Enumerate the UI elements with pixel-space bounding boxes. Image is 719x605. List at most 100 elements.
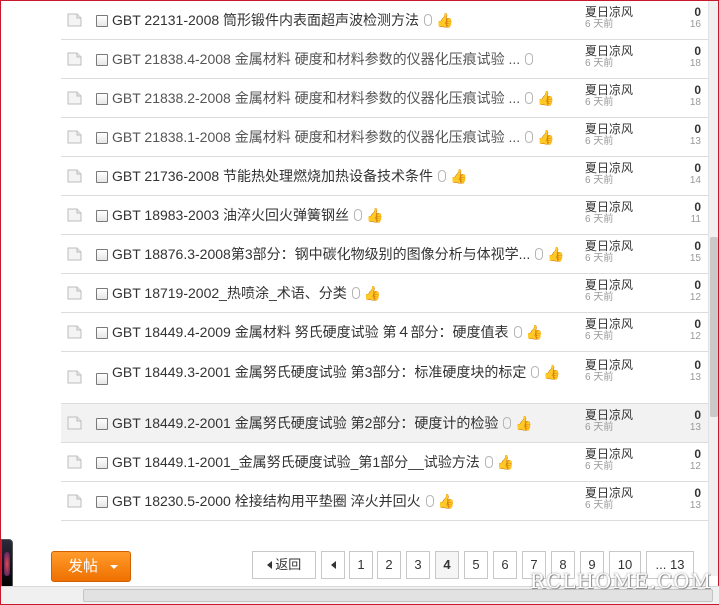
author-name[interactable]: 夏日凉风	[585, 83, 665, 97]
document-icon	[67, 169, 83, 183]
thread-title[interactable]: GBT 21838.1-2008 金属材料 硬度和材料参数的仪器化压痕试验 ..…	[112, 128, 582, 146]
page-current[interactable]: 4	[435, 551, 459, 579]
thread-title-text[interactable]: GBT 18449.3-2001 金属努氏硬度试验 第3部分：标准硬度块的标定	[112, 364, 526, 380]
post-time: 6 天前	[585, 292, 614, 303]
thread-checkbox[interactable]	[96, 54, 108, 66]
thread-stats: 0 11	[671, 200, 701, 226]
thread-title-text[interactable]: GBT 21838.4-2008 金属材料 硬度和材料参数的仪器化压痕试验 ..…	[112, 51, 520, 67]
thread-title[interactable]: GBT 18876.3-2008第3部分：钢中碳化物级别的图像分析与体视学...…	[112, 245, 582, 263]
thread-row[interactable]: GBT 18449.3-2001 金属努氏硬度试验 第3部分：标准硬度块的标定 👍…	[61, 352, 709, 404]
thumbs-up-icon: 👍	[547, 246, 565, 262]
document-icon	[67, 455, 83, 469]
thread-author: 夏日凉风 6 天前	[585, 122, 665, 148]
thread-checkbox[interactable]	[96, 373, 108, 385]
thread-author: 夏日凉风 6 天前	[585, 239, 665, 265]
author-name[interactable]: 夏日凉风	[585, 200, 665, 214]
thread-row[interactable]: GBT 18876.3-2008第3部分：钢中碳化物级别的图像分析与体视学...…	[61, 235, 709, 274]
page-link[interactable]: 6	[493, 551, 517, 579]
thread-title-text[interactable]: GBT 18876.3-2008第3部分：钢中碳化物级别的图像分析与体视学...	[112, 246, 530, 262]
thread-title[interactable]: GBT 18719-2002_热喷涂_术语、分类 👍	[112, 284, 582, 302]
author-name[interactable]: 夏日凉风	[585, 317, 665, 331]
reply-count: 0	[694, 161, 701, 175]
thread-title[interactable]: GBT 18983-2003 油淬火回火弹簧钢丝 👍	[112, 206, 582, 224]
reply-count: 0	[694, 44, 701, 58]
thread-checkbox[interactable]	[96, 496, 108, 508]
thread-checkbox[interactable]	[96, 418, 108, 430]
thread-checkbox[interactable]	[96, 210, 108, 222]
thread-checkbox[interactable]	[96, 171, 108, 183]
thread-title[interactable]: GBT 21736-2008 节能热处理燃烧加热设备技术条件 👍	[112, 167, 582, 185]
new-post-button[interactable]: 发帖	[51, 551, 131, 582]
thread-row[interactable]: GBT 21838.2-2008 金属材料 硬度和材料参数的仪器化压痕试验 ..…	[61, 79, 709, 118]
thread-title-text[interactable]: GBT 21838.2-2008 金属材料 硬度和材料参数的仪器化压痕试验 ..…	[112, 90, 520, 106]
thread-title[interactable]: GBT 18449.4-2009 金属材料 努氏硬度试验 第４部分：硬度值表 👍	[112, 323, 582, 341]
thread-title[interactable]: GBT 18230.5-2000 栓接结构用平垫圈 淬火并回火 👍	[112, 492, 582, 510]
thread-checkbox[interactable]	[96, 327, 108, 339]
author-name[interactable]: 夏日凉风	[585, 486, 665, 500]
thread-title[interactable]: GBT 21838.4-2008 金属材料 硬度和材料参数的仪器化压痕试验 ..…	[112, 50, 582, 68]
attachment-icon	[525, 131, 534, 143]
thread-title-text[interactable]: GBT 18230.5-2000 栓接结构用平垫圈 淬火并回火	[112, 493, 421, 509]
thread-title-text[interactable]: GBT 21838.1-2008 金属材料 硬度和材料参数的仪器化压痕试验 ..…	[112, 129, 520, 145]
thread-title[interactable]: GBT 18449.3-2001 金属努氏硬度试验 第3部分：标准硬度块的标定 👍	[112, 363, 582, 381]
thread-title-text[interactable]: GBT 18719-2002_热喷涂_术语、分类	[112, 285, 347, 301]
prev-page-button[interactable]	[321, 551, 345, 579]
thread-row[interactable]: GBT 18983-2003 油淬火回火弹簧钢丝 👍 夏日凉风 6 天前 0 11	[61, 196, 709, 235]
thread-author: 夏日凉风 6 天前	[585, 200, 665, 226]
author-name[interactable]: 夏日凉风	[585, 278, 665, 292]
thread-row[interactable]: GBT 18230.5-2000 栓接结构用平垫圈 淬火并回火 👍 夏日凉风 6 天前…	[61, 482, 709, 521]
thread-checkbox[interactable]	[96, 15, 108, 27]
thumbs-up-icon: 👍	[537, 90, 555, 106]
author-name[interactable]: 夏日凉风	[585, 5, 665, 19]
author-name[interactable]: 夏日凉风	[585, 358, 665, 372]
author-name[interactable]: 夏日凉风	[585, 161, 665, 175]
thread-row[interactable]: GBT 18449.2-2001 金属努氏硬度试验 第2部分：硬度计的检验 👍 夏日…	[61, 404, 709, 443]
vertical-scrollbar[interactable]	[708, 1, 718, 576]
author-name[interactable]: 夏日凉风	[585, 44, 665, 58]
back-button[interactable]: 返回	[252, 551, 316, 579]
thread-row[interactable]: GBT 21736-2008 节能热处理燃烧加热设备技术条件 👍 夏日凉风 6 天前 0…	[61, 157, 709, 196]
thread-title[interactable]: GBT 22131-2008 筒形锻件内表面超声波检测方法 👍	[112, 11, 582, 29]
thread-row[interactable]: GBT 18449.4-2009 金属材料 努氏硬度试验 第４部分：硬度值表 👍 夏…	[61, 313, 709, 352]
attachment-icon	[531, 366, 540, 378]
thumbs-up-icon: 👍	[450, 168, 468, 184]
vertical-scroll-thumb[interactable]	[710, 237, 718, 417]
thread-checkbox[interactable]	[96, 249, 108, 261]
author-name[interactable]: 夏日凉风	[585, 408, 665, 422]
attachment-icon	[484, 456, 493, 468]
page-link[interactable]: 1	[349, 551, 373, 579]
thread-title-text[interactable]: GBT 18983-2003 油淬火回火弹簧钢丝	[112, 207, 349, 223]
thread-row[interactable]: GBT 21838.4-2008 金属材料 硬度和材料参数的仪器化压痕试验 ..…	[61, 40, 709, 79]
page-link[interactable]: 5	[464, 551, 488, 579]
thread-checkbox[interactable]	[96, 93, 108, 105]
document-icon	[67, 494, 83, 508]
thread-title[interactable]: GBT 18449.2-2001 金属努氏硬度试验 第2部分：硬度计的检验 👍	[112, 414, 582, 432]
post-time: 6 天前	[585, 19, 614, 30]
thread-title-text[interactable]: GBT 21736-2008 节能热处理燃烧加热设备技术条件	[112, 168, 433, 184]
page-link[interactable]: 3	[406, 551, 430, 579]
thread-row[interactable]: GBT 18719-2002_热喷涂_术语、分类 👍 夏日凉风 6 天前 0 12	[61, 274, 709, 313]
page-link[interactable]: 2	[377, 551, 401, 579]
thread-row[interactable]: GBT 21838.1-2008 金属材料 硬度和材料参数的仪器化压痕试验 ..…	[61, 118, 709, 157]
thread-title-text[interactable]: GBT 18449.4-2009 金属材料 努氏硬度试验 第４部分：硬度值表	[112, 324, 509, 340]
post-time: 6 天前	[585, 58, 614, 69]
view-count: 13	[689, 372, 701, 383]
side-widget[interactable]	[1, 539, 13, 589]
thread-title-text[interactable]: GBT 18449.2-2001 金属努氏硬度试验 第2部分：硬度计的检验	[112, 415, 498, 431]
thread-title-text[interactable]: GBT 18449.1-2001_金属努氏硬度试验_第1部分__试验方法	[112, 454, 480, 470]
attachment-icon	[513, 326, 522, 338]
thread-row[interactable]: GBT 22131-2008 筒形锻件内表面超声波检测方法 👍 夏日凉风 6 天前 0 1…	[61, 1, 709, 40]
thread-title[interactable]: GBT 18449.1-2001_金属努氏硬度试验_第1部分__试验方法 👍	[112, 453, 582, 471]
thread-list: GBT 22131-2008 筒形锻件内表面超声波检测方法 👍 夏日凉风 6 天前 0 1…	[61, 1, 709, 521]
author-name[interactable]: 夏日凉风	[585, 447, 665, 461]
thread-title[interactable]: GBT 21838.2-2008 金属材料 硬度和材料参数的仪器化压痕试验 ..…	[112, 89, 582, 107]
thread-checkbox[interactable]	[96, 457, 108, 469]
thread-checkbox[interactable]	[96, 288, 108, 300]
thread-author: 夏日凉风 6 天前	[585, 408, 665, 434]
reply-count: 0	[694, 5, 701, 19]
thread-title-text[interactable]: GBT 22131-2008 筒形锻件内表面超声波检测方法	[112, 12, 419, 28]
thread-checkbox[interactable]	[96, 132, 108, 144]
author-name[interactable]: 夏日凉风	[585, 239, 665, 253]
thread-row[interactable]: GBT 18449.1-2001_金属努氏硬度试验_第1部分__试验方法 👍 夏日凉…	[61, 443, 709, 482]
author-name[interactable]: 夏日凉风	[585, 122, 665, 136]
